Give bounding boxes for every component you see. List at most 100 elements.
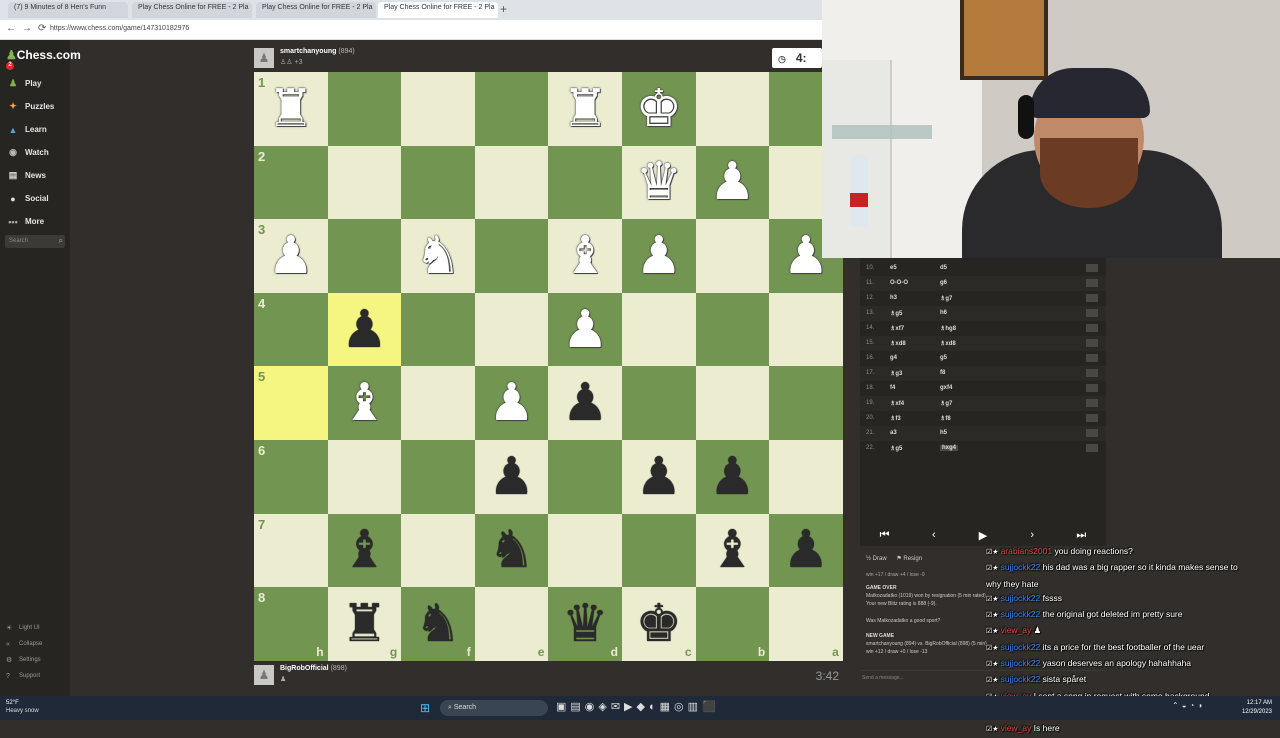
board-square[interactable]: 7	[254, 513, 328, 588]
board-square[interactable]	[695, 292, 770, 367]
board-square[interactable]: ♝	[327, 366, 402, 440]
chat-username[interactable]: view_ay	[1001, 723, 1032, 733]
new-tab-button[interactable]: +	[500, 2, 507, 16]
url-text[interactable]: https://www.chess.com/game/147310182976	[50, 25, 189, 32]
black-move[interactable]: gxf4	[940, 385, 952, 391]
board-square[interactable]: ♞	[474, 513, 549, 588]
sidebar-item-watch[interactable]: ◉ Watch	[0, 141, 70, 164]
black-move[interactable]: ♗g7	[940, 295, 952, 302]
chat-username[interactable]: sujjockk22	[1001, 642, 1041, 652]
board-square[interactable]	[401, 439, 475, 514]
board-square[interactable]: a	[769, 587, 843, 661]
avatar[interactable]: ♟	[254, 48, 274, 68]
white-move[interactable]: O-O-O	[890, 280, 908, 286]
board-square[interactable]: ♟	[548, 366, 622, 440]
white-rook-piece[interactable]: ♜	[562, 83, 609, 135]
white-pawn-piece[interactable]: ♟	[488, 377, 535, 429]
board-square[interactable]	[401, 513, 475, 588]
avatar[interactable]: ♟	[254, 665, 274, 685]
browser-tab-active[interactable]: Play Chess Online for FREE - 2 Pla	[378, 2, 498, 18]
board-square[interactable]: ♟	[695, 145, 770, 220]
board-square[interactable]: ♝	[695, 513, 770, 588]
white-pawn-piece[interactable]: ♟	[709, 156, 756, 208]
white-move[interactable]: g4	[890, 355, 897, 361]
sport-question[interactable]: Was Matkozadatko a good sport?	[866, 618, 940, 624]
black-move[interactable]: hxg4	[940, 445, 959, 451]
board-square[interactable]	[327, 439, 402, 514]
white-move[interactable]: ♗g3	[890, 370, 902, 377]
board-square[interactable]: e	[474, 587, 549, 661]
white-bishop-piece[interactable]: ♝	[562, 230, 609, 282]
white-move[interactable]: ♗g5	[890, 445, 902, 452]
board-square[interactable]	[548, 145, 622, 220]
chat-username[interactable]: sujjockk22	[1001, 593, 1041, 603]
white-knight-piece[interactable]: ♞	[415, 230, 462, 282]
black-move[interactable]: h6	[940, 310, 947, 316]
black-move[interactable]: ♗g7	[940, 400, 952, 407]
weather-widget[interactable]: 52°F Heavy snow	[6, 699, 39, 715]
white-move[interactable]: e5	[890, 265, 897, 271]
black-king-piece[interactable]: ♚	[635, 598, 682, 650]
play-button[interactable]: ▶	[963, 529, 1003, 542]
black-move[interactable]: h5	[940, 430, 947, 436]
board-square[interactable]: ♞	[401, 219, 475, 293]
board-square[interactable]	[327, 219, 402, 293]
board-square[interactable]	[621, 292, 696, 367]
black-move[interactable]: ♗xd8	[940, 340, 956, 347]
board-square[interactable]	[695, 72, 770, 146]
board-square[interactable]	[401, 366, 475, 440]
sidebar-item-news[interactable]: ▤ News	[0, 164, 70, 187]
board-square[interactable]: f ♞	[401, 587, 475, 661]
board-square[interactable]: 4	[254, 292, 328, 367]
board-square[interactable]: 1 ♜	[254, 72, 328, 146]
chat-username[interactable]: sujjockk22	[1001, 674, 1041, 684]
next-move-button[interactable]: ›	[1012, 529, 1052, 541]
support-link[interactable]: ? Support	[6, 668, 42, 684]
white-pawn-piece[interactable]: ♟	[267, 230, 314, 282]
board-square[interactable]	[474, 292, 549, 367]
light-ui-toggle[interactable]: ☀ Light UI	[6, 620, 42, 636]
settings-link[interactable]: ⚙ Settings	[6, 652, 42, 668]
white-move[interactable]: f4	[890, 385, 895, 391]
board-square[interactable]: c ♚	[621, 587, 696, 661]
white-move[interactable]: ♗xf7	[890, 325, 904, 332]
taskbar-search[interactable]: ⌕ Search	[440, 700, 548, 716]
black-bishop-piece[interactable]: ♝	[709, 524, 756, 576]
search-input[interactable]: Search ⌕	[5, 235, 65, 248]
draw-button[interactable]: ½ Draw	[866, 556, 887, 562]
bottom-player-name[interactable]: BigRobOfficial (898)	[280, 665, 347, 672]
sidebar-item-play[interactable]: ♟ Play	[0, 72, 70, 95]
board-square[interactable]	[474, 145, 549, 220]
board-square[interactable]	[695, 219, 770, 293]
black-pawn-piece[interactable]: ♟	[341, 304, 388, 356]
white-move[interactable]: ♗g5	[890, 310, 902, 317]
black-pawn-piece[interactable]: ♟	[488, 451, 535, 503]
white-move[interactable]: h3	[890, 295, 897, 301]
board-square[interactable]: ♟	[695, 439, 770, 514]
board-square[interactable]: d ♛	[548, 587, 622, 661]
sidebar-item-puzzles[interactable]: ✦ Puzzles	[0, 95, 70, 118]
black-move[interactable]: f8	[940, 370, 945, 376]
board-square[interactable]: 3 ♟	[254, 219, 328, 293]
black-move[interactable]: d5	[940, 265, 947, 271]
board-square[interactable]	[621, 366, 696, 440]
board-square[interactable]	[621, 513, 696, 588]
board-square[interactable]	[474, 219, 549, 293]
board-square[interactable]: b	[695, 587, 770, 661]
board-square[interactable]	[769, 439, 843, 514]
black-queen-piece[interactable]: ♛	[562, 598, 609, 650]
white-move[interactable]: a3	[890, 430, 897, 436]
board-square[interactable]	[474, 72, 549, 146]
sidebar-item-social[interactable]: ● Social	[0, 187, 70, 210]
board-square[interactable]: 5	[254, 366, 328, 440]
white-move[interactable]: ♗xd8	[890, 340, 906, 347]
black-move[interactable]: g5	[940, 355, 947, 361]
board-square[interactable]	[548, 439, 622, 514]
chat-username[interactable]: arabians2001	[1001, 546, 1053, 556]
resign-button[interactable]: ⚑ Resign	[896, 556, 922, 562]
black-pawn-piece[interactable]: ♟	[709, 451, 756, 503]
board-square[interactable]: g ♜	[327, 587, 402, 661]
board-square[interactable]: ♚	[621, 72, 696, 146]
black-bishop-piece[interactable]: ♝	[341, 524, 388, 576]
black-rook-piece[interactable]: ♜	[341, 598, 388, 650]
